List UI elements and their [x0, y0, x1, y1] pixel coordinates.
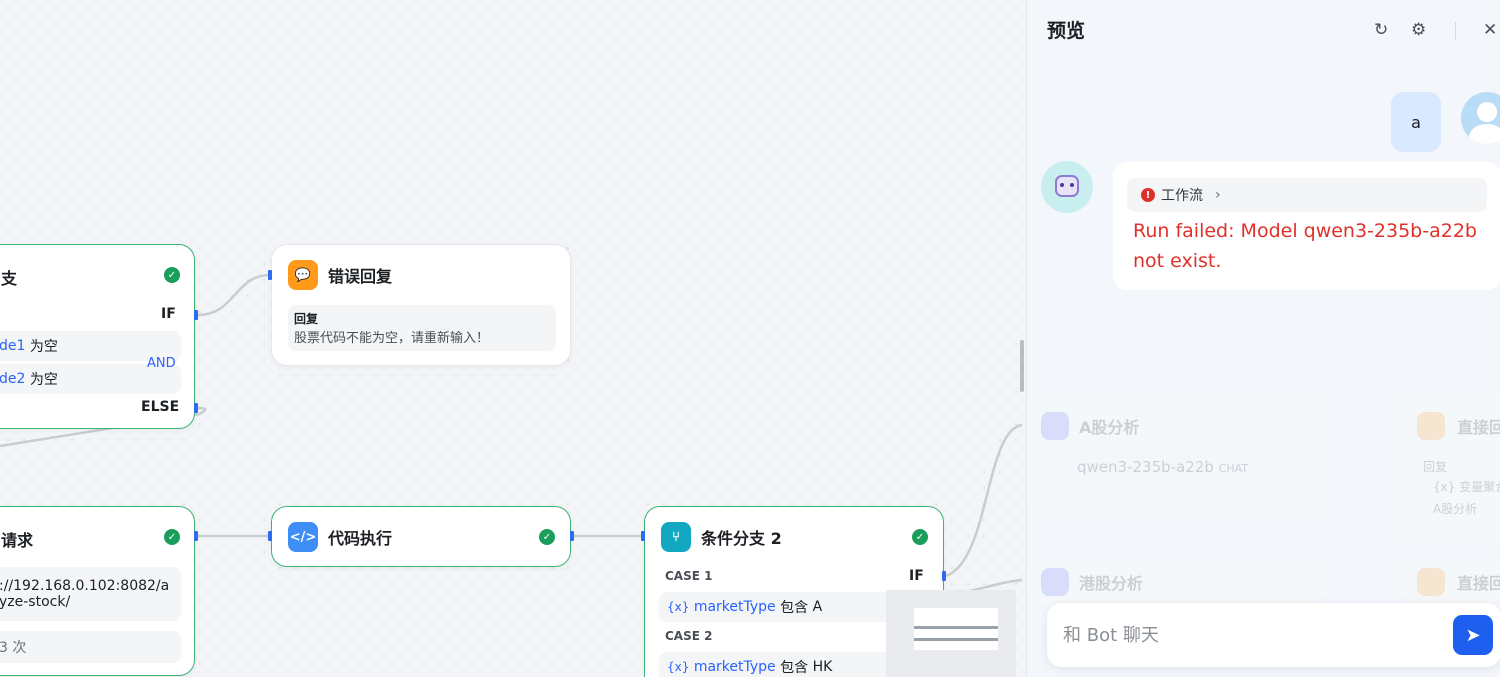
condition-value: A [812, 599, 823, 615]
condition-var: marketType [693, 659, 776, 675]
direct-reply-node: 直接回 回复 {x} 变量聚合 A股分析 [1403, 394, 1500, 544]
divider [1455, 22, 1456, 40]
variable-icon: {x} [667, 660, 690, 674]
case1-port[interactable] [942, 571, 946, 581]
chat-input[interactable] [1063, 619, 1433, 651]
input-port[interactable] [641, 531, 645, 541]
model-field: qwen3-235b-a22b CHAT [1043, 454, 1307, 484]
success-check-icon: ✓ [164, 529, 180, 545]
condition-branch-node-1[interactable]: 支 ✓ IF de1 为空 de2 为空 AND ELSE [0, 244, 195, 429]
node-title: A股分析 [1079, 418, 1140, 437]
preview-panel: A股分析 qwen3-235b-a22b CHAT 直接回 回复 {x} 变量聚… [1026, 0, 1500, 677]
condition-op: 为空 [29, 339, 58, 355]
panel-title: 预览 [1047, 20, 1086, 42]
condition-op: 包含 [780, 600, 809, 616]
reply-text: 股票代码不能为空，请重新输入！ [294, 331, 490, 346]
input-port[interactable] [268, 270, 272, 280]
reply-label: 回复 [294, 312, 319, 326]
node-title: 代码执行 [328, 529, 393, 548]
code-icon: </> [288, 522, 318, 552]
hk-analysis-node: 港股分析 [1027, 560, 1327, 604]
send-button[interactable]: ➤ [1453, 615, 1493, 655]
condition-op: 包含 [780, 660, 809, 676]
and-label[interactable]: AND [147, 356, 176, 371]
case2-label: CASE 2 [665, 629, 713, 643]
user-message-bubble: a [1391, 92, 1441, 152]
condition-value: HK [812, 659, 833, 675]
reply-icon [1417, 568, 1445, 596]
error-reply-node[interactable]: 💬 错误回复 回复 股票代码不能为空，请重新输入！ [271, 244, 571, 366]
scrollbar[interactable] [1020, 340, 1024, 392]
url-line-1: ://192.168.0.102:8082/a [0, 578, 170, 594]
a-hint: A股分析 [1433, 502, 1478, 516]
bot-avatar [1041, 161, 1093, 213]
model-name: qwen3-235b-a22b [1077, 458, 1214, 476]
output-port[interactable] [194, 531, 198, 541]
input-port[interactable] [268, 531, 272, 541]
llm-icon [1041, 568, 1069, 596]
settings-sliders-icon[interactable]: ⚙ [1411, 20, 1426, 40]
reply-icon: 💬 [288, 260, 318, 290]
if-port[interactable] [194, 310, 198, 320]
node-title: 条件分支 2 [701, 529, 782, 548]
minimap[interactable] [886, 590, 1016, 677]
chevron-right-icon: › [1215, 187, 1221, 203]
node-title: 港股分析 [1079, 574, 1144, 593]
bot-message-bubble: ! 工作流 › Run failed: Model qwen3-235b-a22… [1113, 162, 1500, 290]
http-request-node[interactable]: 请求 ✓ ://192.168.0.102:8082/a yze-stock/ … [0, 506, 195, 676]
reply-icon [1417, 412, 1445, 440]
url-line-2: yze-stock/ [0, 594, 71, 610]
workflow-tag[interactable]: ! 工作流 › [1127, 178, 1487, 212]
node-title: 支 [1, 269, 18, 288]
success-check-icon: ✓ [912, 529, 928, 545]
llm-icon [1041, 412, 1069, 440]
workflow-tag-label: 工作流 [1161, 188, 1203, 204]
else-port[interactable] [194, 403, 198, 413]
node-title: 请求 [1, 531, 34, 550]
retry-field: 3 次 [0, 631, 181, 663]
else-label: ELSE [141, 399, 180, 415]
send-icon: ➤ [1465, 624, 1481, 646]
direct-reply-node-2: 直接回 [1403, 560, 1500, 604]
if-label: IF [161, 306, 176, 322]
condition-op: 为空 [29, 372, 58, 388]
output-port[interactable] [570, 531, 574, 541]
node-title: 错误回复 [328, 267, 393, 286]
reply-label: 回复 [1423, 460, 1448, 474]
node-title: 直接回 [1457, 574, 1500, 593]
a-analysis-node: A股分析 qwen3-235b-a22b CHAT [1027, 394, 1327, 514]
success-check-icon: ✓ [539, 529, 555, 545]
error-message: Run failed: Model qwen3-235b-a22b not ex… [1133, 220, 1477, 272]
var-hint: {x} 变量聚合 [1433, 480, 1500, 494]
reset-icon[interactable]: ↻ [1374, 20, 1388, 40]
model-tag: CHAT [1218, 462, 1248, 475]
reply-content: 回复 股票代码不能为空，请重新输入！ [288, 305, 556, 351]
minimap-viewport [914, 608, 998, 650]
if-label: IF [909, 568, 924, 584]
retry-text: 3 次 [0, 640, 27, 656]
condition-var: de2 [0, 371, 26, 387]
node-title: 直接回 [1457, 418, 1500, 437]
close-icon[interactable]: ✕ [1483, 20, 1497, 40]
minimap-node [914, 638, 998, 641]
success-check-icon: ✓ [164, 267, 180, 283]
user-avatar [1461, 92, 1500, 144]
chat-input-box[interactable]: ➤ [1047, 603, 1500, 667]
user-message-text: a [1411, 112, 1421, 132]
error-icon: ! [1141, 188, 1155, 202]
variable-icon: {x} [667, 600, 690, 614]
url-field: ://192.168.0.102:8082/a yze-stock/ [0, 567, 181, 621]
condition-var: de1 [0, 338, 26, 354]
minimap-node [914, 626, 998, 629]
code-exec-node[interactable]: </> 代码执行 ✓ [271, 506, 571, 567]
condition-var: marketType [693, 599, 776, 615]
case1-label: CASE 1 [665, 569, 713, 583]
branch-icon: ⑂ [661, 522, 691, 552]
